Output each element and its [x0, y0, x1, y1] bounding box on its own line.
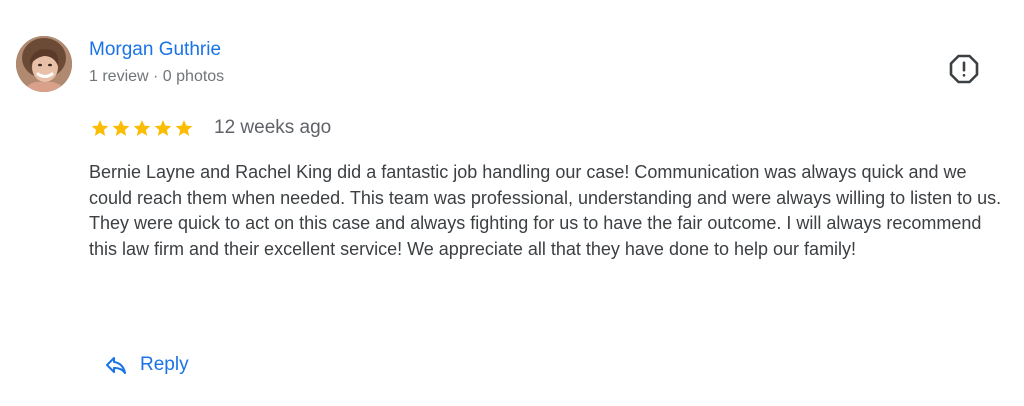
star-icon — [154, 120, 172, 136]
star-icon — [91, 120, 109, 136]
reply-label: Reply — [140, 354, 189, 375]
reviewer-name[interactable]: Morgan Guthrie — [89, 38, 221, 62]
reply-button[interactable]: Reply — [96, 346, 197, 384]
star-icon — [133, 120, 151, 136]
report-button[interactable] — [946, 51, 982, 87]
review-date: 12 weeks ago — [214, 117, 332, 138]
star-icon — [175, 120, 193, 136]
avatar-image — [16, 36, 72, 92]
reply-arrow-icon — [106, 357, 126, 374]
star-rating — [90, 118, 194, 138]
star-icon — [112, 120, 130, 136]
review-card: Morgan Guthrie 1 review · 0 photos 12 we… — [0, 0, 1024, 406]
avatar[interactable] — [16, 36, 72, 92]
reviewer-meta: 1 review · 0 photos — [89, 68, 225, 85]
review-text: Bernie Layne and Rachel King did a fanta… — [89, 162, 1002, 259]
rating-row: 12 weeks ago — [90, 114, 331, 142]
report-flag-icon — [949, 54, 979, 84]
